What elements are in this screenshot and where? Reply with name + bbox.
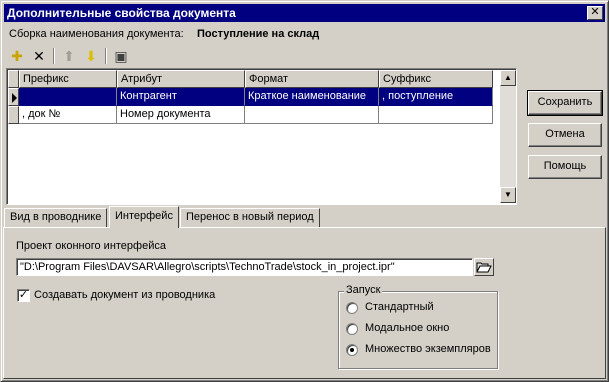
- toolbar-separator: [105, 48, 107, 64]
- add-icon[interactable]: ✚: [7, 46, 27, 66]
- assembly-label: Сборка наименования документа:: [9, 28, 184, 40]
- browse-button[interactable]: [474, 258, 494, 276]
- row-indicator: [8, 88, 19, 106]
- cell-attribute[interactable]: Номер документа: [117, 106, 245, 124]
- header-indicator: [8, 70, 19, 88]
- properties-icon[interactable]: ▣: [111, 46, 131, 66]
- help-button[interactable]: Помощь: [528, 155, 602, 179]
- column-header-attribute[interactable]: Атрибут: [117, 70, 245, 88]
- column-header-prefix[interactable]: Префикс: [19, 70, 117, 88]
- project-label: Проект оконного интерфейса: [16, 240, 166, 252]
- title-bar[interactable]: Дополнительные свойства документа ✕: [4, 4, 605, 22]
- radio-modal[interactable]: [346, 323, 358, 335]
- tab-interface[interactable]: Интерфейс: [109, 206, 179, 228]
- folder-open-icon: [476, 262, 492, 273]
- cell-suffix[interactable]: , поступление: [379, 88, 493, 106]
- tab-period-transfer[interactable]: Перенос в новый период: [180, 208, 320, 227]
- scroll-up-icon[interactable]: ▲: [500, 70, 516, 86]
- radio-multiple-instances[interactable]: [346, 344, 358, 356]
- cell-format[interactable]: [245, 106, 379, 124]
- create-doc-checkbox[interactable]: ✓: [17, 289, 30, 302]
- cell-suffix[interactable]: [379, 106, 493, 124]
- table-row[interactable]: , док № Номер документа: [8, 106, 493, 124]
- radio-standard-label[interactable]: Стандартный: [365, 301, 434, 313]
- delete-icon[interactable]: ✕: [29, 46, 49, 66]
- project-path-input[interactable]: "D:\Program Files\DAVSAR\Allegro\scripts…: [16, 258, 473, 276]
- save-button[interactable]: Сохранить: [527, 90, 603, 116]
- cell-prefix[interactable]: , док №: [19, 106, 117, 124]
- table-row[interactable]: Контрагент Краткое наименование , поступ…: [8, 88, 493, 106]
- column-header-suffix[interactable]: Суффикс: [379, 70, 493, 88]
- tab-explorer-view[interactable]: Вид в проводнике: [4, 208, 108, 227]
- vertical-scrollbar[interactable]: ▲ ▼: [500, 70, 516, 203]
- cell-prefix[interactable]: [19, 88, 117, 106]
- current-row-arrow-icon: [12, 93, 17, 103]
- move-up-icon[interactable]: ⬆: [59, 46, 79, 66]
- cell-format[interactable]: Краткое наименование: [245, 88, 379, 106]
- radio-multiple-instances-label[interactable]: Множество экземпляров: [365, 343, 491, 355]
- toolbar-separator: [53, 48, 55, 64]
- close-button[interactable]: ✕: [587, 6, 603, 20]
- row-indicator: [8, 106, 19, 124]
- assembly-value: Поступление на склад: [197, 28, 320, 40]
- grid-header: Префикс Атрибут Формат Суффикс: [8, 70, 493, 88]
- dialog-window: Дополнительные свойства документа ✕ Сбор…: [0, 0, 609, 382]
- move-down-icon[interactable]: ⬇: [81, 46, 101, 66]
- scroll-down-icon[interactable]: ▼: [500, 187, 516, 203]
- attributes-grid[interactable]: Префикс Атрибут Формат Суффикс Контраген…: [6, 68, 517, 205]
- radio-modal-label[interactable]: Модальное окно: [365, 322, 449, 334]
- launch-group-title: Запуск: [344, 284, 383, 296]
- window-title: Дополнительные свойства документа: [7, 6, 236, 20]
- column-header-format[interactable]: Формат: [245, 70, 379, 88]
- radio-standard[interactable]: [346, 302, 358, 314]
- cancel-button[interactable]: Отмена: [528, 123, 602, 147]
- create-doc-label[interactable]: Создавать документ из проводника: [34, 289, 215, 301]
- cell-attribute[interactable]: Контрагент: [117, 88, 245, 106]
